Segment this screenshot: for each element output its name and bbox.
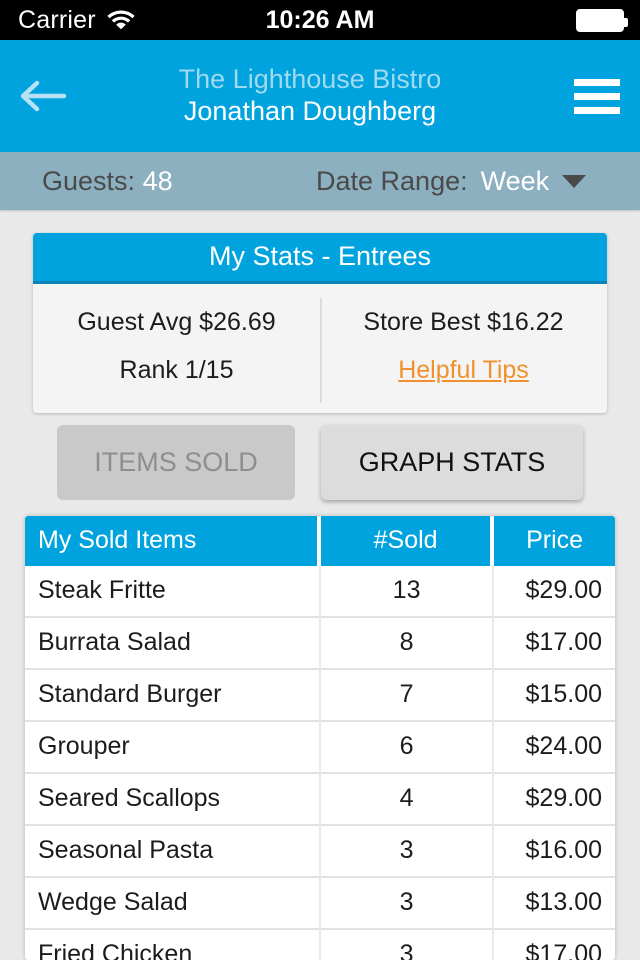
cell-price: $24.00 <box>494 722 615 774</box>
cell-sold: 6 <box>321 722 495 774</box>
stats-card-body: Guest Avg $26.69 Rank 1/15 Store Best $1… <box>33 284 607 413</box>
cell-sold: 13 <box>321 566 495 618</box>
column-header-sold[interactable]: #Sold <box>321 516 495 566</box>
hamburger-menu-icon[interactable] <box>554 40 640 152</box>
rank-value: Rank 1/15 <box>119 356 234 384</box>
app-screen: Carrier 10:26 AM The Lighthouse Bistro J… <box>0 0 640 960</box>
user-name: Jonathan Doughberg <box>183 96 437 126</box>
cell-item: Grouper <box>25 722 321 774</box>
table-row[interactable]: Grouper 6 $24.00 <box>25 722 615 774</box>
cell-item: Seared Scallops <box>25 774 321 826</box>
cell-sold: 3 <box>321 826 495 878</box>
guests-label: Guests: <box>42 165 136 196</box>
cell-sold: 3 <box>321 878 495 930</box>
status-bar: Carrier 10:26 AM <box>0 0 640 40</box>
menu-bar-3 <box>574 106 620 114</box>
venue-name: The Lighthouse Bistro <box>178 64 442 95</box>
carrier-label: Carrier <box>18 5 96 34</box>
guests-count: Guests: 48 <box>42 166 173 197</box>
cell-item: Steak Fritte <box>25 566 321 618</box>
cell-price: $29.00 <box>494 774 615 826</box>
battery-full-icon <box>576 8 628 32</box>
cell-item: Standard Burger <box>25 670 321 722</box>
cell-sold: 7 <box>321 670 495 722</box>
table-row[interactable]: Seasonal Pasta 3 $16.00 <box>25 826 615 878</box>
cell-price: $13.00 <box>494 878 615 930</box>
table-row[interactable]: Seared Scallops 4 $29.00 <box>25 774 615 826</box>
column-header-item[interactable]: My Sold Items <box>25 516 321 566</box>
stats-card-title: My Stats - Entrees <box>33 233 607 284</box>
cell-item: Seasonal Pasta <box>25 826 321 878</box>
back-arrow-icon <box>20 80 67 112</box>
column-header-price[interactable]: Price <box>494 516 615 566</box>
chevron-down-icon <box>562 174 587 188</box>
date-range-label: Date Range: <box>316 165 468 196</box>
my-stats-card: My Stats - Entrees Guest Avg $26.69 Rank… <box>33 233 607 413</box>
cell-price: $29.00 <box>494 566 615 618</box>
nav-title-block: The Lighthouse Bistro Jonathan Doughberg <box>66 64 554 128</box>
table-row[interactable]: Burrata Salad 8 $17.00 <box>25 618 615 670</box>
cell-item: Burrata Salad <box>25 618 321 670</box>
navigation-bar: The Lighthouse Bistro Jonathan Doughberg <box>0 40 640 152</box>
date-range-dropdown[interactable]: Date Range: Week <box>316 165 587 197</box>
graph-stats-button[interactable]: GRAPH STATS <box>321 425 583 500</box>
store-best-value: Store Best $16.22 <box>363 308 564 336</box>
filter-bar: Guests: 48 Date Range: Week <box>0 152 640 210</box>
cell-sold: 4 <box>321 774 495 826</box>
cell-price: $16.00 <box>494 826 615 878</box>
stats-column-left: Guest Avg $26.69 Rank 1/15 <box>33 308 320 385</box>
table-body: Steak Fritte 13 $29.00 Burrata Salad 8 $17.00… <box>25 566 615 960</box>
helpful-tips-link[interactable]: Helpful Tips <box>398 356 529 384</box>
table-row[interactable]: Steak Fritte 13 $29.00 <box>25 566 615 618</box>
menu-bar-2 <box>574 92 620 100</box>
cell-item: Fried Chicken <box>25 930 321 960</box>
table-row[interactable]: Fried Chicken 3 $17.00 <box>25 930 615 960</box>
table-row[interactable]: Standard Burger 7 $15.00 <box>25 670 615 722</box>
wifi-icon <box>106 7 136 34</box>
sold-items-table[interactable]: My Sold Items #Sold Price Steak Fritte 13… <box>25 516 615 960</box>
menu-bar-1 <box>574 78 620 86</box>
date-range-value: Week <box>480 165 550 196</box>
cell-price: $17.00 <box>494 618 615 670</box>
items-sold-button[interactable]: ITEMS SOLD <box>57 425 295 500</box>
table-header-row: My Sold Items #Sold Price <box>25 516 615 566</box>
cell-sold: 8 <box>321 618 495 670</box>
guest-avg-value: Guest Avg $26.69 <box>77 308 276 336</box>
cell-sold: 3 <box>321 930 495 960</box>
guests-value: 48 <box>142 165 173 196</box>
status-bar-left: Carrier <box>18 6 136 35</box>
stats-column-right: Store Best $16.22 Helpful Tips <box>320 308 607 385</box>
status-bar-right <box>576 8 628 32</box>
cell-price: $17.00 <box>494 930 615 960</box>
cell-item: Wedge Salad <box>25 878 321 930</box>
table-row[interactable]: Wedge Salad 3 $13.00 <box>25 878 615 930</box>
cell-price: $15.00 <box>494 670 615 722</box>
